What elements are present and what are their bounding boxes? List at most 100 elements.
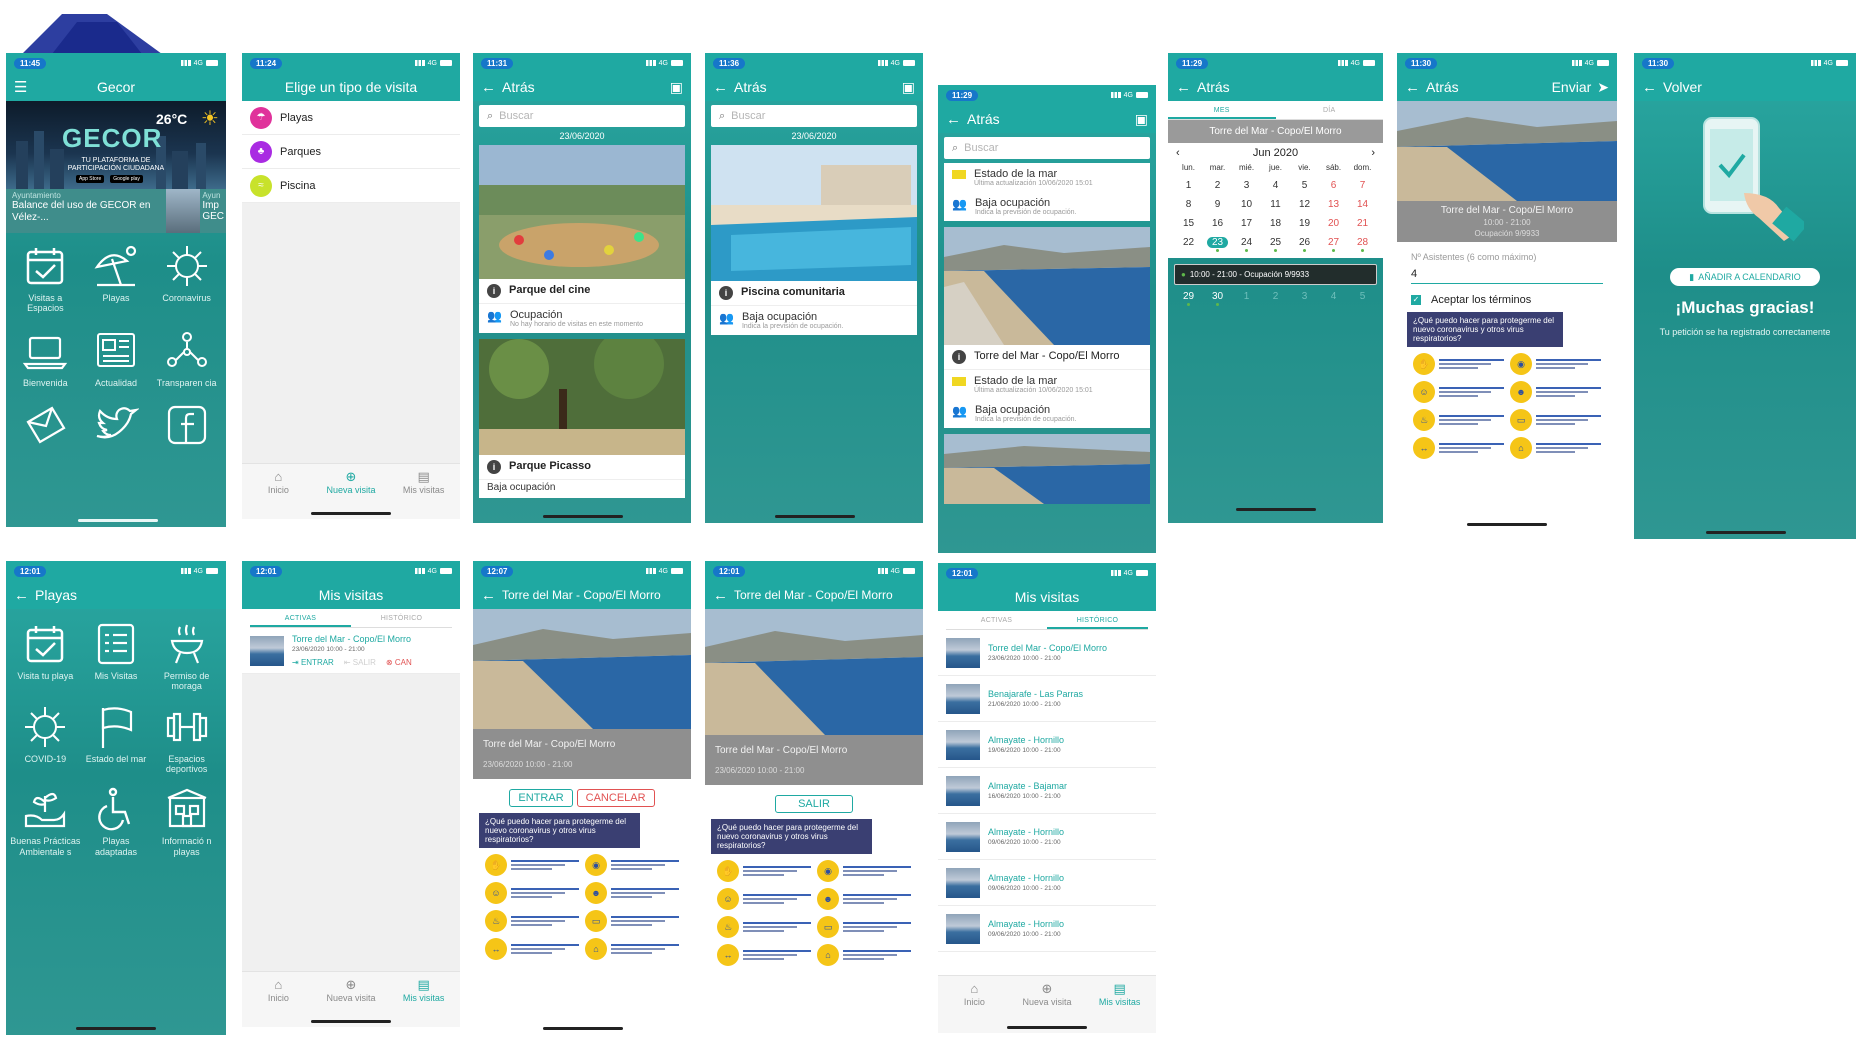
calendar-day[interactable]: 9 — [1203, 199, 1232, 210]
search-input[interactable]: ⌕ Buscar — [711, 105, 917, 127]
visit-type-playas[interactable]: ☂ Playas — [242, 101, 460, 135]
appstore-badge[interactable]: App Store — [76, 175, 105, 183]
tile-visita-playa[interactable]: Visita tu playa — [10, 621, 81, 692]
tile-buenas-practicas[interactable]: Buenas Prácticas Ambientale s — [10, 786, 81, 857]
visit-row[interactable]: Benajarafe - Las Parras 21/06/2020 10:00 … — [938, 676, 1156, 722]
calendar-day[interactable]: 4 — [1261, 180, 1290, 191]
tile-transparencia[interactable]: Transparen cia — [151, 328, 222, 388]
search-input[interactable]: ⌕ Buscar — [479, 105, 685, 127]
visit-row[interactable]: Almayate - Hornillo 19/06/2020 10:00 - 21… — [938, 722, 1156, 768]
add-to-calendar-button[interactable]: ▮ AÑADIR A CALENDARIO — [1670, 268, 1820, 286]
visit-row[interactable]: Torre del Mar - Copo/El Morro 23/06/2020 … — [938, 630, 1156, 676]
calendar-day[interactable]: 1 — [1174, 180, 1203, 191]
back-button[interactable]: ← Atrás — [946, 111, 1000, 127]
news-card-2[interactable]: Ayun Imp GEC — [166, 189, 226, 233]
place-card[interactable]: Estado de la mar Última actualización 10/… — [944, 163, 1150, 221]
tile-mis-visitas[interactable]: Mis Visitas — [81, 621, 152, 692]
calendar-day[interactable]: 17 — [1232, 218, 1261, 229]
calendar-day[interactable]: 20 — [1319, 218, 1348, 229]
visit-row[interactable]: Torre del Mar - Copo/El Morro 23/06/2020… — [242, 628, 460, 674]
enter-button[interactable]: ⇥ ENTRAR — [292, 658, 334, 667]
calendar-icon[interactable]: ▣ — [902, 79, 915, 96]
visit-type-piscina[interactable]: ≈ Piscina — [242, 169, 460, 203]
tile-facebook[interactable] — [151, 402, 222, 452]
tile-informacion-playas[interactable]: Informació n playas — [151, 786, 222, 857]
promo-banner[interactable]: GECOR 26°C ☀ TU PLATAFORMA DE PARTICIPAC… — [6, 101, 226, 189]
calendar-day[interactable]: 8 — [1174, 199, 1203, 210]
visit-row[interactable]: Almayate - Hornillo 09/06/2020 10:00 - 21… — [938, 860, 1156, 906]
back-button[interactable]: ← Volver — [1642, 79, 1702, 95]
calendar-day[interactable]: 10 — [1232, 199, 1261, 210]
tile-playas-adaptadas[interactable]: Playas adaptadas — [81, 786, 152, 857]
place-card[interactable]: i Torre del Mar - Copo/El Morro Estado de… — [944, 227, 1150, 428]
tab-mis-visitas[interactable]: ▤ Mis visitas — [394, 470, 454, 495]
calendar-day[interactable]: 3 — [1232, 180, 1261, 191]
tab-inicio[interactable]: ⌂ Inicio — [248, 470, 308, 495]
tab-nueva-visita[interactable]: ⊕ Nueva visita — [321, 978, 381, 1003]
tab-mis-visitas[interactable]: ▤ Mis visitas — [394, 978, 454, 1003]
tab-nueva-visita[interactable]: ⊕ Nueva visita — [321, 470, 381, 495]
calendar-day[interactable]: 12 — [1290, 199, 1319, 210]
calendar-day[interactable]: 11 — [1261, 199, 1290, 210]
place-card[interactable] — [944, 434, 1150, 504]
place-card[interactable]: i Parque del cine 👥 Ocupación No hay horari… — [479, 145, 685, 333]
enter-button[interactable]: ENTRAR — [509, 789, 573, 807]
tile-twitter[interactable] — [81, 402, 152, 452]
tile-bienvenida[interactable]: Bienvenida — [10, 328, 81, 388]
calendar-day[interactable]: 2 — [1203, 180, 1232, 191]
calendar-day[interactable]: 6 — [1319, 180, 1348, 191]
visit-row[interactable]: Almayate - Hornillo 09/06/2020 10:00 - 21… — [938, 814, 1156, 860]
visit-type-parques[interactable]: ♣ Parques — [242, 135, 460, 169]
news-card-1[interactable]: Ayuntamiento Balance del uso de GECOR en… — [6, 189, 166, 233]
hamburger-menu-icon[interactable]: ☰ — [14, 78, 27, 96]
cancel-button[interactable]: CANCELAR — [576, 789, 655, 807]
calendar-day[interactable]: 5 — [1290, 180, 1319, 191]
calendar-day[interactable]: 16 — [1203, 218, 1232, 229]
calendar-day[interactable]: 19 — [1290, 218, 1319, 229]
calendar-day[interactable]: 18 — [1261, 218, 1290, 229]
calendar-day[interactable]: 21 — [1348, 218, 1377, 229]
tab-inicio[interactable]: ⌂ Inicio — [248, 978, 308, 1003]
place-card[interactable]: i Parque Picasso Baja ocupación — [479, 339, 685, 498]
cancel-button[interactable]: ⊗ CAN — [386, 658, 412, 667]
calendar-day[interactable]: 14 — [1348, 199, 1377, 210]
back-button[interactable]: ← Playas — [14, 587, 77, 603]
back-button[interactable]: ← Atrás — [481, 79, 535, 95]
calendar-day[interactable]: 26 — [1290, 237, 1319, 252]
calendar-day[interactable]: 22 — [1174, 237, 1203, 252]
send-button[interactable]: Enviar ➤ — [1552, 79, 1609, 96]
visit-row[interactable]: Almayate - Bajamar 16/06/2020 10:00 - 21:… — [938, 768, 1156, 814]
back-button[interactable]: ← Atrás — [1405, 79, 1459, 95]
calendar-icon[interactable]: ▣ — [670, 79, 683, 96]
tile-mail[interactable] — [10, 402, 81, 452]
tile-espacios-deportivos[interactable]: Espacios deportivos — [151, 704, 222, 775]
tab-nueva-visita[interactable]: ⊕ Nueva visita — [1017, 982, 1077, 1007]
chevron-left-icon[interactable]: ‹ — [1176, 147, 1180, 159]
chevron-right-icon[interactable]: › — [1371, 147, 1375, 159]
tile-covid[interactable]: COVID-19 — [10, 704, 81, 775]
visit-row[interactable]: Almayate - Hornillo 09/06/2020 10:00 - 21… — [938, 906, 1156, 952]
calendar-day[interactable]: 24 — [1232, 237, 1261, 252]
calendar-day[interactable]: 13 — [1319, 199, 1348, 210]
tab-inicio[interactable]: ⌂ Inicio — [944, 982, 1004, 1007]
tile-playas[interactable]: Playas — [81, 243, 152, 314]
exit-button[interactable]: SALIR — [775, 795, 853, 813]
calendar-icon[interactable]: ▣ — [1135, 111, 1148, 128]
back-button[interactable]: ← Torre del Mar - Copo/El Morro — [481, 588, 661, 603]
place-card[interactable]: i Piscina comunitaria 👥 Baja ocupación Indi… — [711, 145, 917, 335]
calendar-day[interactable]: 29 — [1174, 291, 1203, 306]
calendar-day[interactable]: 27 — [1319, 237, 1348, 252]
calendar-day[interactable]: 30 — [1203, 291, 1232, 306]
terms-checkbox[interactable]: ✓ Aceptar los términos — [1411, 294, 1603, 306]
tile-visitas-espacios[interactable]: Visitas a Espacios — [10, 243, 81, 314]
googleplay-badge[interactable]: Google play — [110, 175, 143, 183]
time-slot[interactable]: ● 10:00 - 21:00 - Ocupación 9/9933 — [1174, 264, 1377, 285]
back-button[interactable]: ← Atrás — [1176, 79, 1230, 95]
tile-estado-mar[interactable]: Estado del mar — [81, 704, 152, 775]
calendar-day[interactable]: 25 — [1261, 237, 1290, 252]
attendees-input[interactable]: 4 — [1411, 262, 1603, 284]
tab-day[interactable]: DÍA — [1276, 107, 1384, 119]
tile-actualidad[interactable]: Actualidad — [81, 328, 152, 388]
tab-historico[interactable]: HISTÓRICO — [351, 615, 452, 627]
tile-permiso-moraga[interactable]: Permiso de moraga — [151, 621, 222, 692]
